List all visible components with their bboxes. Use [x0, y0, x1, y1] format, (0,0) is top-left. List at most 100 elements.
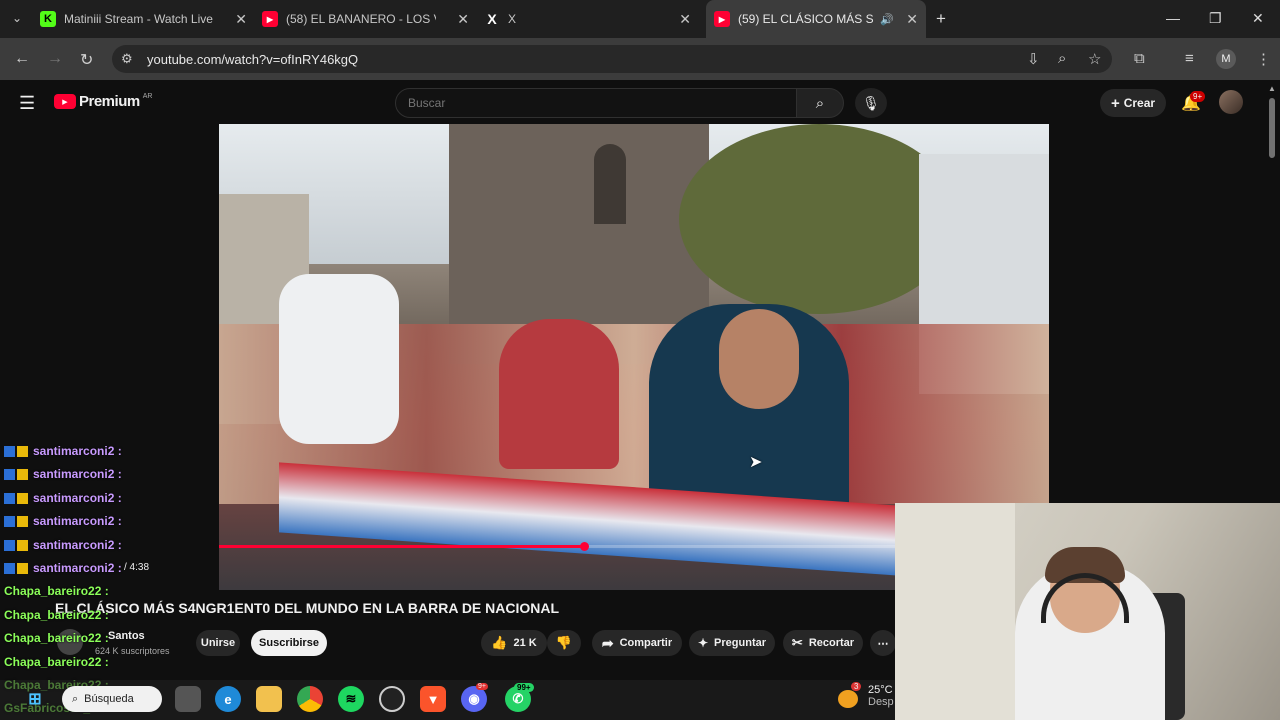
notification-badge: 9+	[1190, 91, 1206, 102]
task-view-icon[interactable]	[175, 686, 201, 712]
browser-tab[interactable]: K Matiniii Stream - Watch Live on ✕	[40, 0, 255, 38]
video-tree	[679, 124, 959, 314]
reload-icon[interactable]: ↻	[80, 50, 93, 70]
ask-button[interactable]: ✦ Preguntar	[689, 630, 775, 656]
video-progress-played	[219, 545, 585, 548]
browser-tab[interactable]: ▶ (58) EL BANANERO - LOS VERG ✕	[262, 0, 477, 38]
share-label: Compartir	[619, 637, 673, 649]
new-tab-icon[interactable]: +	[936, 9, 946, 29]
file-explorer-icon[interactable]	[256, 686, 282, 712]
scroll-up-icon[interactable]: ▲	[1268, 84, 1276, 93]
sparkle-icon: ✦	[697, 636, 709, 650]
chat-username: Chapa_bareiro22 :	[4, 584, 109, 598]
youtube-icon: ▶	[262, 11, 278, 27]
close-icon[interactable]: ✕	[679, 11, 691, 28]
discord-badge: 9+	[476, 683, 488, 690]
tab-search-chevron-icon[interactable]: ⌄	[12, 11, 22, 25]
taskbar-search[interactable]: ⌕ Búsqueda	[62, 686, 162, 712]
video-time: / 4:38	[124, 562, 150, 573]
like-button[interactable]: 👍 21 K	[481, 630, 547, 656]
search-button[interactable]: ⌕	[796, 88, 844, 118]
chrome-icon[interactable]	[297, 686, 323, 712]
search-input[interactable]	[395, 88, 797, 118]
scrollbar-thumb[interactable]	[1269, 98, 1275, 158]
mouse-cursor: ➤	[749, 454, 763, 471]
crown-badge-icon	[17, 492, 28, 504]
close-icon[interactable]: ✕	[457, 11, 469, 28]
chat-message: santimarconi2 :	[4, 561, 122, 575]
chat-username: Chapa_bareiro22 :	[4, 608, 109, 622]
youtube-logo[interactable]: ▶ Premium AR	[54, 93, 152, 110]
search-icon: ⌕	[815, 94, 825, 112]
channel-name[interactable]: Santos	[108, 630, 145, 642]
share-arrow-icon: ➦	[601, 634, 614, 651]
speaker-icon[interactable]: 🔊	[880, 13, 894, 26]
browser-tab[interactable]: X X ✕	[484, 0, 699, 38]
crown-badge-icon	[17, 515, 28, 527]
clip-label: Recortar	[808, 637, 855, 649]
menu-kebab-icon[interactable]: ⋮	[1256, 50, 1271, 68]
chat-message: Chapa_bareiro22 :	[4, 608, 109, 622]
account-avatar[interactable]	[1219, 90, 1243, 114]
edge-icon[interactable]: e	[215, 686, 241, 712]
close-icon[interactable]: ✕	[235, 11, 247, 28]
plus-icon: +	[1110, 94, 1120, 112]
cam-wall-panel	[895, 503, 1015, 720]
video-person-center	[499, 319, 619, 469]
dislike-button[interactable]: 👎	[547, 630, 581, 656]
chat-badge-icon	[4, 515, 15, 527]
url-text[interactable]: youtube.com/watch?v=ofInRY46kgQ	[147, 52, 358, 67]
search-label: Búsqueda	[84, 693, 134, 705]
restore-icon[interactable]: ❐	[1209, 10, 1222, 27]
chat-username: Chapa_bareiro22 :	[4, 631, 109, 645]
minimize-icon[interactable]: —	[1166, 10, 1180, 26]
voice-search-button[interactable]: 🎙	[855, 88, 887, 118]
weather-temp: 25°C	[868, 684, 893, 696]
subscribe-button[interactable]: Suscribirse	[251, 630, 327, 656]
share-button[interactable]: ➦ Compartir	[592, 630, 682, 656]
site-info-icon[interactable]: ⚙	[121, 51, 133, 67]
chat-username: santimarconi2 :	[33, 561, 122, 575]
microphone-icon: 🎙	[862, 94, 880, 111]
bookmark-star-icon[interactable]: ☆	[1088, 50, 1101, 68]
weather-icon[interactable]	[838, 690, 858, 708]
video-tower-window	[594, 144, 626, 224]
more-actions-button[interactable]: ⋯	[870, 630, 896, 656]
chat-message: santimarconi2 :	[4, 467, 122, 481]
zoom-icon[interactable]: ⌕	[1058, 50, 1066, 67]
clip-button[interactable]: ✂ Recortar	[783, 630, 863, 656]
like-count: 21 K	[513, 637, 537, 649]
video-title: EL CLÁSICO MÁS S4NGR1ENT0 DEL MUNDO EN L…	[55, 600, 560, 616]
media-control-icon[interactable]: ≡	[1185, 50, 1194, 67]
youtube-icon: ▶	[714, 11, 730, 27]
windows-start-icon[interactable]: ⊞	[22, 686, 48, 712]
brave-icon[interactable]: ▼	[420, 686, 446, 712]
chat-message: Chapa_bareiro22 :	[4, 655, 109, 669]
close-icon[interactable]: ✕	[906, 11, 918, 28]
scissors-icon: ✂	[791, 635, 803, 650]
more-horizontal-icon: ⋯	[877, 637, 889, 650]
create-button[interactable]: + Crear	[1100, 89, 1166, 117]
back-icon[interactable]: ←	[14, 50, 30, 68]
install-app-icon[interactable]: ⇩	[1027, 50, 1040, 68]
join-button[interactable]: Unirse	[196, 630, 240, 656]
spotify-icon[interactable]: ≋	[338, 686, 364, 712]
youtube-play-icon: ▶	[54, 94, 76, 109]
hamburger-menu-icon[interactable]: ☰	[19, 93, 35, 114]
chat-username: santimarconi2 :	[33, 538, 122, 552]
weather-widget[interactable]: 25°C Desp	[868, 684, 894, 708]
crown-badge-icon	[17, 562, 28, 574]
extensions-icon[interactable]: ⧉	[1134, 50, 1145, 67]
chat-message: santimarconi2 :	[4, 491, 122, 505]
forward-icon[interactable]: →	[47, 50, 63, 68]
obs-icon[interactable]	[379, 686, 405, 712]
chat-username: santimarconi2 :	[33, 514, 122, 528]
browser-tab-active[interactable]: ▶ (59) EL CLÁSICO MÁS S4NG 🔊 ✕	[706, 0, 926, 38]
logo-text: Premium	[79, 93, 140, 110]
chat-badge-icon	[4, 492, 15, 504]
chat-message: Chapa_bareiro22 :	[4, 584, 109, 598]
crown-badge-icon	[17, 468, 28, 480]
profile-avatar[interactable]: M	[1216, 49, 1236, 69]
window-close-icon[interactable]: ✕	[1252, 10, 1264, 27]
tab-title: Matiniii Stream - Watch Live on	[64, 12, 214, 26]
